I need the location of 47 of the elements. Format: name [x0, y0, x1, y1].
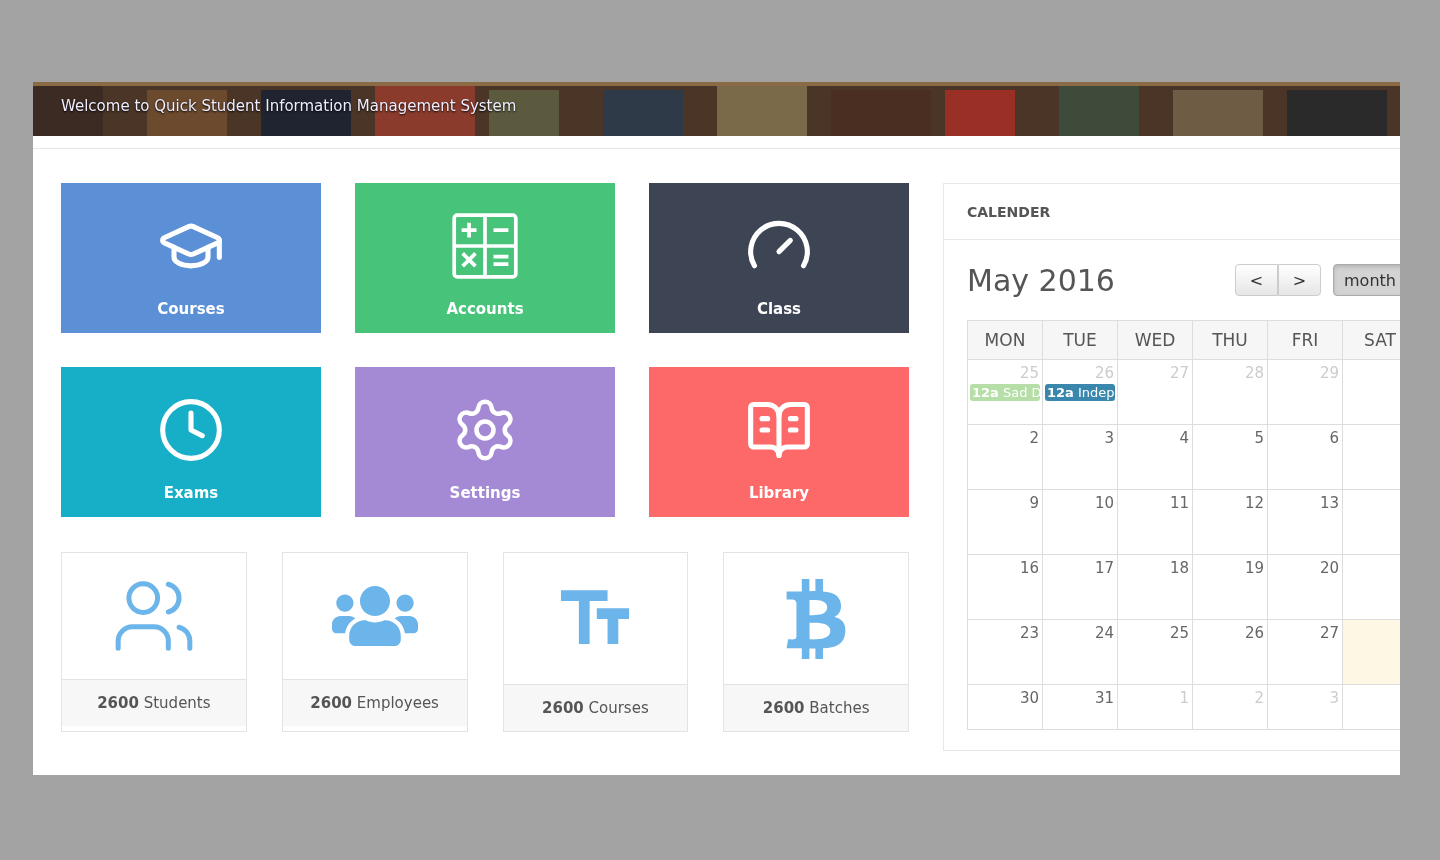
- stat-label: 2600 Courses: [503, 684, 688, 731]
- date-number: 23: [1019, 624, 1039, 642]
- date-number: 9: [1029, 494, 1039, 512]
- module-tile[interactable]: Courses: [61, 183, 321, 333]
- date-number: 3: [1104, 429, 1114, 447]
- month-title: May 2016: [967, 262, 1116, 298]
- calendar-event[interactable]: 12a Indep: [1045, 384, 1115, 401]
- module-tile[interactable]: Library: [649, 367, 909, 517]
- date-number: 18: [1169, 559, 1189, 577]
- date-number: 6: [1329, 429, 1339, 447]
- weekday-header: WED: [1118, 321, 1193, 360]
- month-view-button[interactable]: month: [1333, 264, 1400, 296]
- stat-label: 2600 Batches: [724, 684, 908, 731]
- previous-button[interactable]: <: [1235, 264, 1278, 296]
- module-tile[interactable]: Accounts: [355, 183, 615, 333]
- weekday-header: TUE: [1043, 321, 1118, 360]
- date-number: 26: [1244, 624, 1264, 642]
- date-number: 4: [1179, 429, 1189, 447]
- weekday-header: FRI: [1268, 321, 1343, 360]
- date-number: 5: [1254, 429, 1264, 447]
- module-tile[interactable]: Exams: [61, 367, 321, 517]
- date-number: 20: [1319, 559, 1339, 577]
- date-number: 13: [1319, 494, 1339, 512]
- date-number: 2: [1029, 429, 1039, 447]
- date-number: 19: [1244, 559, 1264, 577]
- module-tile[interactable]: Settings: [355, 367, 615, 517]
- date-number: 27: [1319, 624, 1339, 642]
- date-number: 12: [1244, 494, 1264, 512]
- date-number: 17: [1094, 559, 1114, 577]
- date-number: 16: [1019, 559, 1039, 577]
- clock-icon: [157, 396, 225, 464]
- calculator-icon: [451, 212, 519, 280]
- page-subtitle: Welcome to Quick Student Information Management System: [61, 96, 517, 116]
- weekday-header: THU: [1193, 321, 1268, 360]
- date-number: 31: [1094, 689, 1114, 707]
- next-button[interactable]: >: [1278, 264, 1321, 296]
- module-tile[interactable]: Class: [649, 183, 909, 333]
- date-number: 11: [1169, 494, 1189, 512]
- weekday-header: SAT: [1343, 321, 1400, 360]
- date-number: 10: [1094, 494, 1114, 512]
- weekday-header: MON: [968, 321, 1043, 360]
- stat-label: 2600 Students: [62, 679, 246, 726]
- stat-label: 2600 Employees: [282, 679, 467, 726]
- date-number: 25: [1169, 624, 1189, 642]
- date-number: 30: [1019, 689, 1039, 707]
- calendar-title: CALENDER: [944, 184, 1400, 240]
- date-number: 24: [1094, 624, 1114, 642]
